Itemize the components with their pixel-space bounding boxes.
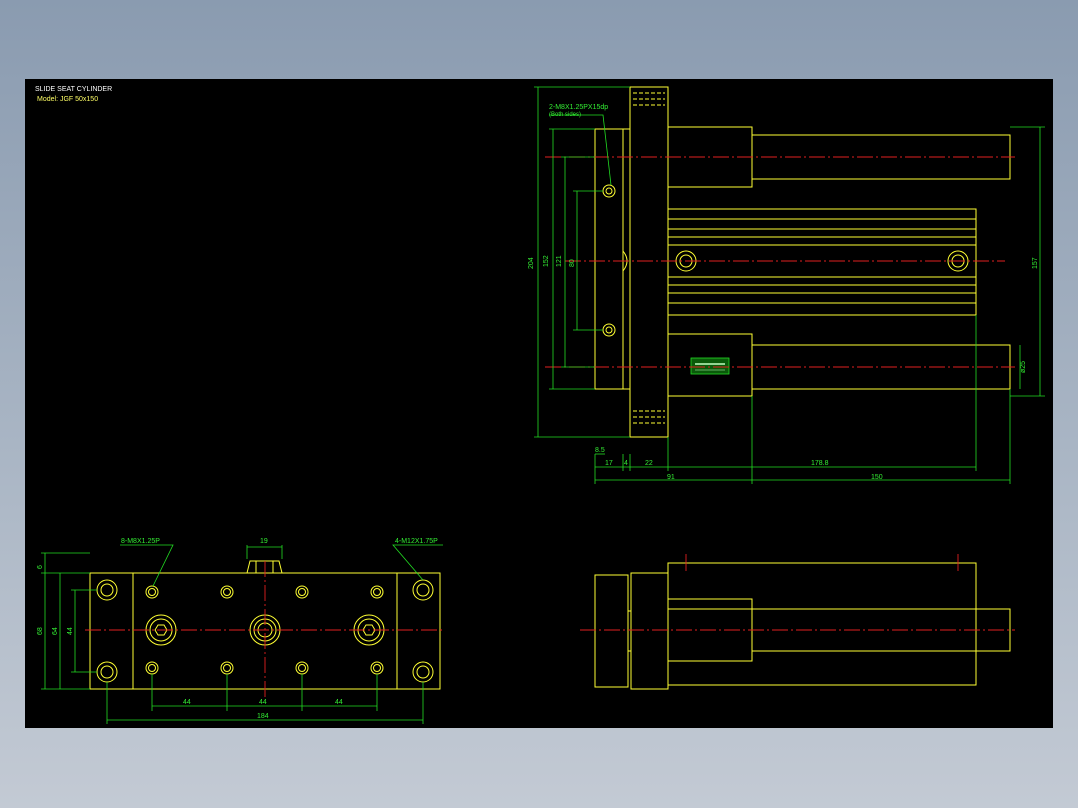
dim-19: 19 (260, 538, 268, 545)
brand-label (690, 357, 730, 375)
dim-44-vertical: 44 (67, 627, 74, 635)
m12-hole (412, 661, 434, 683)
drawing-title: SLIDE SEAT CYLINDER (35, 86, 112, 93)
top-boss (246, 560, 283, 574)
dim-204: 204 (528, 257, 535, 269)
dim-91: 91 (667, 474, 675, 481)
m8-hole (370, 661, 384, 675)
port-note-sub: (Both sides) (549, 112, 581, 118)
m12-hole (96, 579, 118, 601)
m12-hole-note: 4-M12X1.75P (395, 538, 438, 545)
m8-hole-note: 8-M8X1.25P (121, 538, 160, 545)
cad-drawing: SLIDE SEAT CYLINDER Model: JGF 50x150 2-… (35, 86, 1045, 724)
dim-80: 80 (569, 259, 576, 267)
dim-121: 121 (556, 255, 563, 267)
drawing-model: Model: JGF 50x150 (37, 96, 98, 103)
dim-4: 4 (624, 460, 628, 467)
mount-hole (602, 323, 616, 337)
end-plate (629, 86, 669, 438)
drawing-canvas[interactable]: SLIDE SEAT CYLINDER Model: JGF 50x150 2-… (25, 79, 1053, 728)
cylinder-body (667, 208, 977, 316)
m8-hole (220, 585, 234, 599)
dim-22: 22 (645, 460, 653, 467)
side-view (580, 554, 1015, 690)
dim-184: 184 (257, 713, 269, 720)
dim-8-5: 8.5 (595, 447, 605, 454)
plan-view (534, 86, 1045, 484)
m8-hole (145, 661, 159, 675)
dim-68: 68 (37, 627, 44, 635)
side-body (667, 562, 977, 686)
base-plate-view (41, 544, 445, 724)
dim-64: 64 (52, 627, 59, 635)
dim-157: 157 (1032, 257, 1039, 269)
m8-hole (145, 585, 159, 599)
mount-hole (602, 184, 616, 198)
m12-hole (412, 579, 434, 601)
m8-hole (295, 661, 309, 675)
dim-152: 152 (543, 255, 550, 267)
dim-6: 6 (37, 565, 44, 569)
side-end-plate (630, 572, 669, 690)
dim-150: 150 (871, 474, 883, 481)
port-note: 2-M8X1.25PX15dp (549, 104, 608, 111)
m8-hole (220, 661, 234, 675)
dim-17: 17 (605, 460, 613, 467)
dim-178-8: 178.8 (811, 460, 829, 467)
side-slide-plate (594, 574, 629, 688)
dim-44-c: 44 (335, 699, 343, 706)
dim-44-b: 44 (259, 699, 267, 706)
m8-hole (295, 585, 309, 599)
m8-hole (370, 585, 384, 599)
dim-rod-dia: ø25 (1020, 361, 1027, 373)
dim-44-a: 44 (183, 699, 191, 706)
m12-hole (96, 661, 118, 683)
